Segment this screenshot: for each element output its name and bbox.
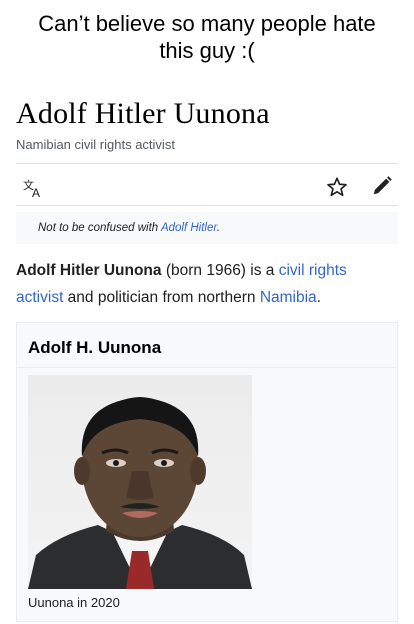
meme-caption-line-1: Can’t believe so many people hate bbox=[38, 11, 376, 36]
page-title: Adolf Hitler Uunona bbox=[16, 97, 270, 130]
meme-caption: Can’t believe so many people hate this g… bbox=[0, 10, 414, 64]
infobox-title: Adolf H. Uunona bbox=[28, 338, 162, 357]
lead-paragraph: Adolf Hitler Uunona (born 1966) is a civ… bbox=[16, 257, 400, 311]
link-civil-rights[interactable]: civil rights bbox=[279, 262, 347, 279]
infobox: Adolf H. Uunona Uunona in 2020 bbox=[16, 322, 398, 622]
infobox-divider bbox=[17, 367, 397, 368]
lead-text-1: (born 1966) is a bbox=[161, 262, 279, 279]
pencil-icon[interactable] bbox=[371, 175, 393, 197]
hatnote-link[interactable]: Adolf Hitler bbox=[161, 222, 217, 234]
svg-text:A: A bbox=[32, 186, 40, 198]
hatnote-prefix: Not to be confused with bbox=[38, 222, 161, 234]
image-caption: Uunona in 2020 bbox=[28, 595, 120, 610]
header-divider-bottom bbox=[16, 205, 398, 206]
hatnote: Not to be confused with Adolf Hitler. bbox=[16, 212, 398, 244]
star-icon[interactable] bbox=[326, 176, 348, 198]
meme-caption-line-2: this guy :( bbox=[159, 38, 255, 63]
lead-text-2: and politician from northern bbox=[63, 289, 260, 306]
portrait-photo[interactable] bbox=[28, 375, 252, 589]
lead-bold-name: Adolf Hitler Uunona bbox=[16, 262, 162, 279]
link-activist[interactable]: activist bbox=[16, 289, 63, 306]
header-divider-top bbox=[16, 163, 398, 164]
hatnote-suffix: . bbox=[216, 222, 220, 234]
translate-icon[interactable]: 文 A bbox=[23, 178, 45, 198]
portrait-illustration bbox=[28, 397, 252, 589]
link-namibia[interactable]: Namibia bbox=[260, 289, 317, 306]
page-description: Namibian civil rights activist bbox=[16, 137, 175, 152]
lead-text-3: . bbox=[316, 289, 321, 306]
